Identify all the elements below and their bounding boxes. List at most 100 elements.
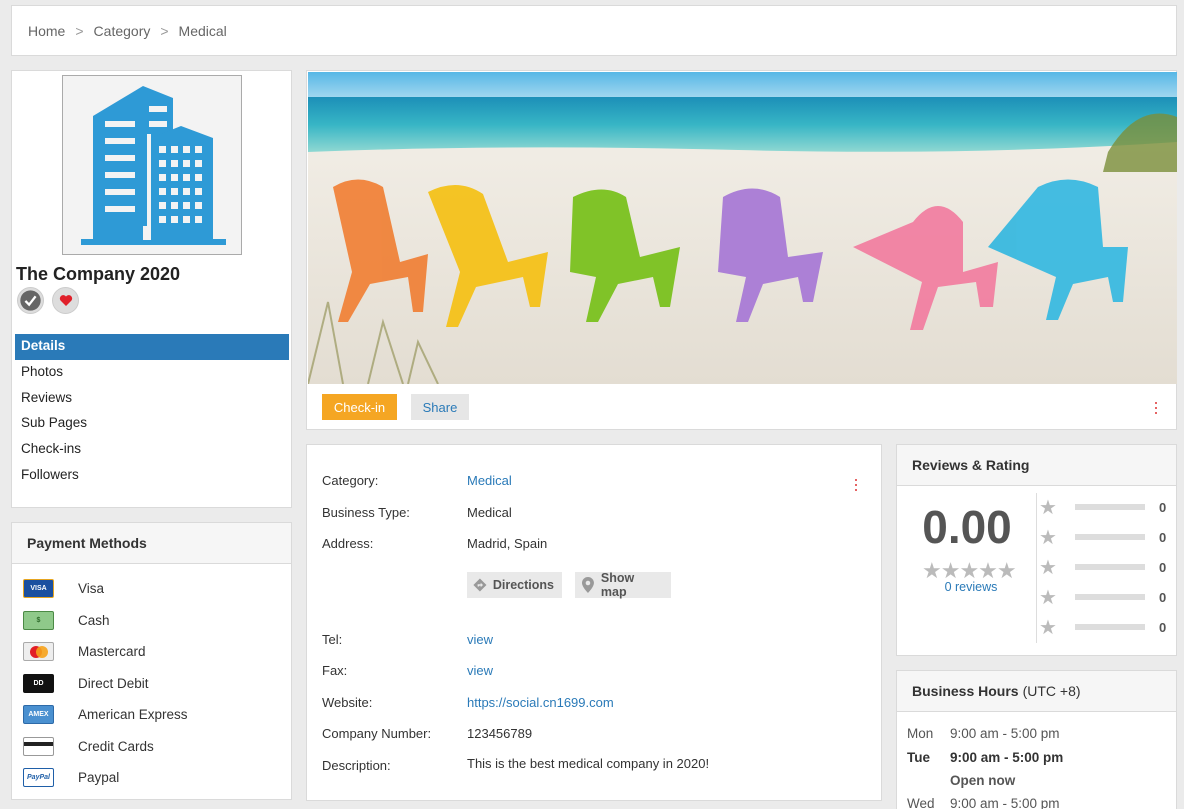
- star-icon: ★: [1039, 496, 1057, 519]
- payment-method-label: Cash: [78, 612, 110, 628]
- cash-icon: $: [23, 610, 54, 630]
- check-in-button[interactable]: Check-in: [322, 394, 397, 420]
- favorite-button[interactable]: [52, 287, 79, 314]
- payment-method-item: $ Cash: [12, 605, 291, 637]
- details-more-options-icon[interactable]: [851, 478, 861, 492]
- business-hours-panel: Business Hours (UTC +8) Mon 9:00 am - 5:…: [896, 670, 1177, 809]
- rating-bar-1: ★ 0: [1039, 616, 1167, 639]
- payment-method-label: Mastercard: [78, 644, 146, 660]
- company-logo: [62, 75, 242, 255]
- cover-photo[interactable]: [308, 72, 1177, 384]
- breadcrumb-category[interactable]: Category: [94, 23, 151, 39]
- star-icon: ★: [1039, 616, 1057, 639]
- payment-method-item: Credit Cards: [12, 731, 291, 763]
- show-map-label: Show map: [600, 571, 635, 599]
- payment-method-item: PayPal Paypal: [12, 762, 291, 794]
- payment-methods-title: Payment Methods: [12, 523, 291, 564]
- show-map-button[interactable]: Show map: [575, 571, 671, 599]
- hours-time: 9:00 am - 5:00 pm: [950, 726, 1060, 741]
- nav-item-sub-pages[interactable]: Sub Pages: [15, 411, 289, 437]
- rating-bar-track: [1075, 594, 1145, 600]
- star-icon: ★: [1039, 526, 1057, 549]
- reviews-count-link[interactable]: 0 reviews: [897, 580, 1045, 594]
- map-pin-icon: [581, 577, 594, 593]
- breadcrumb-separator: >: [75, 22, 84, 39]
- open-now-status: Open now: [950, 773, 1016, 788]
- credit-card-icon: [23, 736, 54, 756]
- rating-bar-track: [1075, 504, 1145, 510]
- heart-icon: [59, 295, 72, 306]
- hours-time: 9:00 am - 5:00 pm: [950, 750, 1064, 765]
- rating-bar-4: ★ 0: [1039, 526, 1167, 549]
- rating-bar-count: 0: [1159, 619, 1167, 635]
- rating-bar-track: [1075, 624, 1145, 630]
- nav-item-details[interactable]: Details: [15, 334, 289, 360]
- mastercard-icon: [23, 642, 54, 662]
- payment-method-item: VISA Visa: [12, 573, 291, 605]
- hours-day: Tue: [907, 750, 930, 765]
- visa-card-icon: VISA: [23, 579, 54, 599]
- category-link[interactable]: Medical: [467, 473, 512, 488]
- detail-label: Company Number:: [322, 726, 432, 741]
- verified-button[interactable]: [17, 287, 44, 314]
- share-button[interactable]: Share: [411, 394, 469, 420]
- profile-nav: Details Photos Reviews Sub Pages Check-i…: [15, 334, 289, 489]
- breadcrumb-current: Medical: [178, 22, 227, 39]
- detail-value: Madrid, Spain: [467, 536, 548, 551]
- detail-label: Description:: [322, 758, 391, 773]
- detail-row-fax: Fax: view: [322, 663, 493, 678]
- payment-method-item: AMEX American Express: [12, 699, 291, 731]
- amex-icon: AMEX: [23, 705, 54, 725]
- payment-method-item: Mastercard: [12, 636, 291, 668]
- payment-methods-panel: Payment Methods VISA Visa $ Cash Masterc…: [11, 522, 292, 800]
- rating-bar-track: [1075, 564, 1145, 570]
- profile-panel: The Company 2020 Details Photos Reviews …: [11, 70, 292, 508]
- company-name: The Company 2020: [16, 264, 181, 284]
- breadcrumb-home[interactable]: Home: [28, 23, 65, 39]
- rating-bar-3: ★ 0: [1039, 557, 1166, 579]
- reviews-panel: Reviews & Rating 0.00 ★ ★ ★ ★ ★ 0 reviews ★ …: [896, 444, 1177, 656]
- detail-row-category: Category: Medical: [322, 473, 512, 488]
- mastercard-circles-icon: [29, 645, 48, 658]
- payment-method-label: Direct Debit: [78, 675, 149, 691]
- nav-item-photos[interactable]: Photos: [15, 360, 289, 386]
- nav-item-check-ins[interactable]: Check-ins: [15, 437, 289, 463]
- rating-bar-count: 0: [1159, 499, 1167, 515]
- detail-label: Fax:: [322, 663, 348, 678]
- detail-value: Medical: [467, 505, 512, 520]
- hours-row-today: Tue 9:00 am - 5:00 pm: [907, 750, 1063, 765]
- detail-label: Website:: [322, 695, 373, 710]
- breadcrumb: Home > Category > Medical: [11, 5, 1177, 56]
- fax-view-link[interactable]: view: [467, 663, 493, 678]
- business-hours-header: Business Hours (UTC +8): [897, 671, 1176, 712]
- directions-label: Directions: [492, 578, 554, 592]
- cover-more-options-icon[interactable]: [1151, 401, 1161, 415]
- detail-value: 123456789: [467, 726, 533, 741]
- detail-row-company-number: Company Number: 123456789: [322, 726, 532, 741]
- paypal-icon: PayPal: [23, 768, 54, 788]
- nav-item-followers[interactable]: Followers: [15, 463, 289, 489]
- detail-row-address: Address: Madrid, Spain: [322, 536, 547, 551]
- hours-row: Wed 9:00 am - 5:00 pm: [907, 796, 1060, 809]
- hours-day: Wed: [907, 796, 935, 809]
- payment-method-label: Visa: [78, 581, 105, 597]
- website-link[interactable]: https://social.cn1699.com: [467, 695, 614, 710]
- rating-bar-count: 0: [1159, 529, 1167, 545]
- rating-bar-5: ★ 0: [1039, 496, 1167, 519]
- payment-method-label: Paypal: [78, 770, 120, 786]
- nav-item-reviews[interactable]: Reviews: [15, 386, 289, 412]
- tel-view-link[interactable]: view: [467, 632, 493, 647]
- detail-label: Business Type:: [322, 505, 410, 520]
- payment-method-label: Credit Cards: [78, 738, 154, 754]
- detail-value: This is the best medical company in 2020…: [467, 756, 710, 771]
- hours-time: 9:00 am - 5:00 pm: [950, 796, 1060, 809]
- detail-row-business-type: Business Type: Medical: [322, 505, 512, 520]
- direct-debit-icon: DD: [23, 673, 54, 693]
- hours-row: Mon 9:00 am - 5:00 pm: [907, 726, 1060, 741]
- detail-label: Category:: [322, 473, 379, 488]
- rating-bar-track: [1075, 534, 1145, 540]
- payment-method-label: American Express: [78, 707, 188, 723]
- detail-row-description: Description: This is the best medical co…: [322, 756, 709, 773]
- rating-score: 0.00: [922, 501, 1012, 553]
- directions-button[interactable]: Directions: [467, 572, 562, 598]
